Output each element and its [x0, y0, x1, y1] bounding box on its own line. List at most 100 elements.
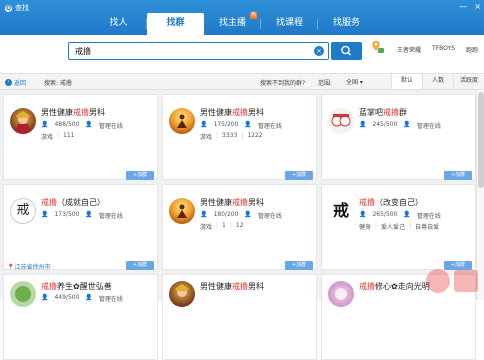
name-part: 修心✿走向光明 — [375, 282, 430, 291]
warrior-portrait-icon — [175, 284, 189, 297]
name-part: 男科 — [89, 108, 105, 117]
cannot-find-link[interactable]: 搜索不到我的群? — [260, 78, 305, 87]
search-button[interactable] — [331, 42, 362, 60]
group-card[interactable]: 男性健康戒撸男科 👤 488/500 👤 管理在线 游戏 | 111 +加群 — [3, 94, 158, 180]
group-avatar — [328, 281, 354, 307]
admin-status: 管理在线 — [416, 213, 441, 220]
join-group-button[interactable]: +加群 — [285, 171, 313, 180]
admin-status: 管理在线 — [98, 296, 123, 303]
member-count: 180/200 — [213, 211, 239, 218]
admin-status: 管理在线 — [416, 123, 441, 130]
group-name: 戒撸（成就自己） — [41, 197, 105, 208]
sort-default[interactable]: 默认 — [391, 74, 422, 89]
member-icon: 👤 — [200, 121, 208, 128]
window-controls: — × — [459, 2, 481, 11]
group-location: 📍江苏省徐州市 — [7, 262, 51, 271]
tag-separator: | — [409, 222, 412, 229]
tab-label: 找课程 — [275, 18, 303, 28]
member-count: 449/500 — [54, 294, 80, 301]
member-count: 488/500 — [54, 121, 80, 128]
app-title: Q 查找 — [5, 3, 29, 13]
group-avatar — [169, 108, 195, 134]
group-stats: 👤 449/500 👤 管理在线 — [41, 294, 123, 303]
location-pin-icon[interactable] — [371, 40, 385, 54]
keyword-highlight: 戒撸 — [73, 108, 89, 117]
join-group-button[interactable]: +加群 — [444, 171, 472, 180]
results-grid: 男性健康戒撸男科 👤 488/500 👤 管理在线 游戏 | 111 +加群 男性健康戒撸… — [0, 90, 476, 360]
minimize-button[interactable]: — — [459, 2, 467, 11]
tab-find-services[interactable]: 找服务 — [318, 13, 375, 35]
tag-separator: | — [229, 222, 232, 229]
group-avatar: 戒 — [328, 198, 354, 224]
nature-icon — [15, 286, 31, 302]
name-part: 男性健康 — [41, 108, 73, 117]
scrollbar-thumb[interactable] — [478, 92, 484, 188]
tag: 12 — [235, 222, 244, 229]
group-tags: 健身 | 爱人爱己 | 自尊自爱 — [359, 222, 439, 231]
tag: 111 — [63, 132, 75, 139]
group-stats: 👤 488/500 👤 管理在线 — [41, 121, 123, 130]
group-card[interactable]: 男性健康戒撸男科 👤 175/200 👤 管理在线 游戏 | 3333 | 1222 +加群 — [162, 94, 317, 180]
group-name: 戒撸（改变自己） — [359, 197, 423, 208]
group-card[interactable]: 戒 戒撸（成就自己） 👤 173/500 👤 管理在线 📍江苏省徐州市 +加群 — [3, 184, 158, 271]
group-card[interactable]: 男性健康戒撸男科 👤 180/200 👤 管理在线 游戏 | 1 | 12 +加群 — [162, 184, 317, 270]
tab-find-courses[interactable]: 找课程 — [261, 13, 318, 35]
group-stats: 👤 175/200 👤 管理在线 — [200, 121, 282, 130]
group-card[interactable]: 戒撸养生✿醒世弘善 👤 449/500 👤 管理在线 — [3, 274, 158, 360]
keyword-highlight: 戒撸 — [359, 198, 375, 207]
group-stats: 👤 265/500 👤 管理在线 — [359, 211, 441, 220]
hot-tag[interactable]: TFBOYS — [432, 45, 455, 54]
group-avatar — [10, 108, 36, 134]
member-icon: 👤 — [41, 121, 49, 128]
main-nav: 找人 找群 找主播热 找课程 找服务 — [90, 12, 375, 35]
name-part: （改变自己） — [375, 198, 423, 207]
sort-activity[interactable]: 活跃度 — [453, 74, 484, 89]
hot-tag[interactable]: 跑跑 — [466, 45, 478, 54]
sort-members[interactable]: 人数 — [422, 74, 453, 89]
location-text: 江苏省徐州市 — [14, 264, 51, 271]
hot-badge: 热 — [249, 12, 257, 19]
tag: 3333 — [222, 132, 238, 139]
group-card[interactable]: 戒 戒撸（改变自己） 👤 265/500 👤 管理在线 健身 | 爱人爱己 | 自尊自爱 +加… — [321, 184, 476, 270]
avatar-glyph: 戒 — [16, 203, 30, 218]
member-icon: 👤 — [359, 121, 367, 128]
tab-label: 找人 — [109, 18, 128, 28]
join-group-button[interactable]: +加群 — [126, 261, 154, 270]
tab-find-groups[interactable]: 找群 — [147, 13, 204, 35]
join-group-button[interactable]: +加群 — [285, 261, 313, 270]
hot-tag[interactable]: 王者荣耀 — [397, 45, 421, 54]
name-part: 男性健康 — [200, 282, 232, 291]
tag: 爱人爱己 — [381, 224, 406, 231]
back-button[interactable]: ‹ 返回 — [5, 78, 26, 87]
group-stats: 👤 245/500 👤 管理在线 — [359, 121, 441, 130]
tab-find-people[interactable]: 找人 — [90, 13, 147, 35]
keyword-highlight: 戒撸 — [232, 198, 248, 207]
keyword-highlight: 戒撸 — [232, 108, 248, 117]
search-input[interactable]: 戒撸 — [68, 42, 329, 60]
tag-separator: | — [216, 222, 219, 229]
group-stats: 👤 173/500 👤 管理在线 — [41, 211, 123, 220]
close-button[interactable]: × — [474, 2, 481, 11]
keyword-highlight: 戒撸 — [232, 282, 248, 291]
group-stats: 👤 180/200 👤 管理在线 — [200, 211, 282, 220]
title-bar: Q 查找 — × 找人 找群 找主播热 找课程 找服务 — [0, 0, 484, 35]
tag: 1 — [222, 222, 226, 229]
group-card[interactable]: 蓝掌吧戒撸群 👤 245/500 👤 管理在线 +加群 — [321, 94, 476, 180]
range-dropdown[interactable]: 全国 ▾ — [346, 77, 363, 86]
group-card[interactable]: 男性健康戒撸男科 — [162, 274, 317, 360]
name-part: 蓝掌吧 — [359, 108, 383, 117]
group-name: 男性健康戒撸男科 — [41, 107, 105, 118]
search-breadcrumb: 搜索: 戒撸 — [44, 80, 72, 87]
admin-status: 管理在线 — [257, 123, 282, 130]
group-name: 蓝掌吧戒撸群 — [359, 107, 407, 118]
filter-bar: ‹ 返回 搜索: 戒撸 搜索不到我的群? 范围: 全国 ▾ 默认 人数 活跃度 — [0, 73, 484, 90]
tag: 健身 — [359, 224, 372, 231]
tab-find-streamers[interactable]: 找主播热 — [204, 12, 261, 35]
clear-icon[interactable]: × — [314, 46, 324, 56]
admin-icon: 👤 — [403, 211, 411, 218]
tag-separator: | — [216, 132, 219, 139]
group-name: 男性健康戒撸男科 — [200, 107, 264, 118]
keyword-highlight: 戒撸 — [41, 198, 57, 207]
join-group-button[interactable]: +加群 — [126, 171, 154, 180]
keyword-highlight: 戒撸 — [383, 108, 399, 117]
